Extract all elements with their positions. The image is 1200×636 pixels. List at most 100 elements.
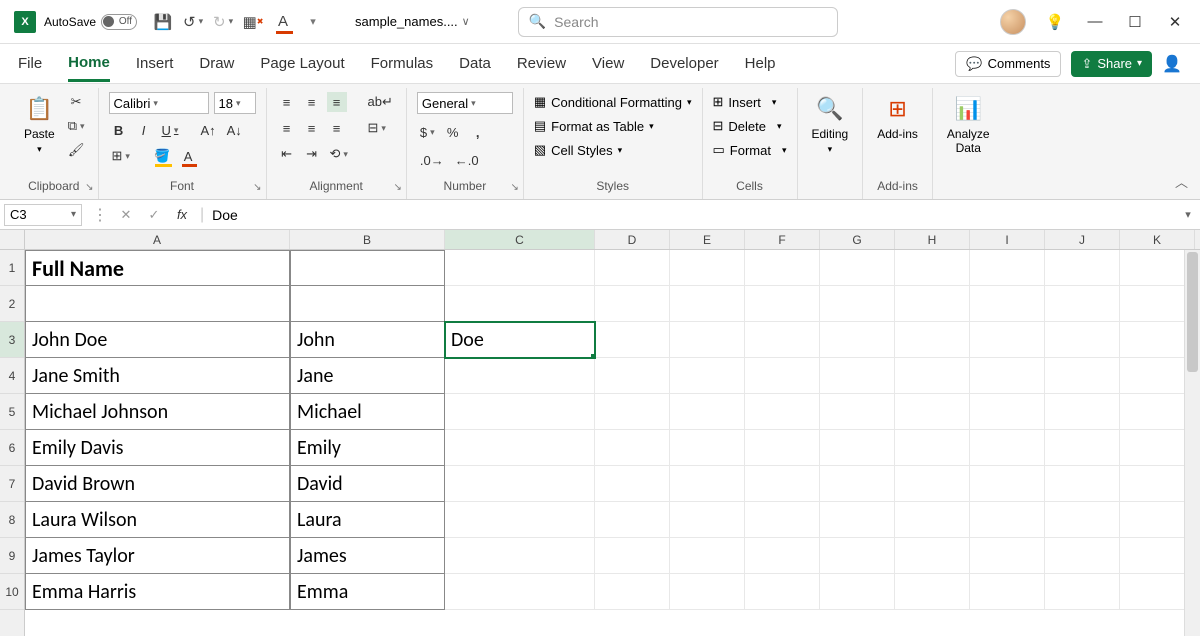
cell-E1[interactable] xyxy=(670,250,745,286)
comments-button[interactable]: 💬Comments xyxy=(955,51,1061,77)
cell-J9[interactable] xyxy=(1045,538,1120,574)
cell-F6[interactable] xyxy=(745,430,820,466)
cell-D10[interactable] xyxy=(595,574,670,610)
cell-I4[interactable] xyxy=(970,358,1045,394)
autosave-toggle[interactable]: AutoSave Off xyxy=(44,14,137,30)
currency-button[interactable]: $ xyxy=(417,122,438,142)
tab-insert[interactable]: Insert xyxy=(136,47,174,80)
tab-file[interactable]: File xyxy=(18,47,42,80)
maximize-button[interactable]: ☐ xyxy=(1124,13,1146,31)
cell-E7[interactable] xyxy=(670,466,745,502)
cell-D7[interactable] xyxy=(595,466,670,502)
font-name-combo[interactable]: Calibri xyxy=(109,92,209,114)
cell-H3[interactable] xyxy=(895,322,970,358)
font-size-combo[interactable]: 18 xyxy=(214,92,256,114)
orientation-button[interactable]: ⟲ xyxy=(327,144,351,164)
conditional-formatting-button[interactable]: ▦Conditional Formatting▾ xyxy=(534,92,692,112)
font-launcher-icon[interactable]: ↘ xyxy=(253,182,261,193)
cell-A1[interactable]: Full Name xyxy=(25,250,290,286)
cell-D8[interactable] xyxy=(595,502,670,538)
addins-button[interactable]: ⊞ Add-ins xyxy=(873,90,922,145)
increase-decimal-button[interactable]: .0→ xyxy=(417,150,447,170)
align-top-button[interactable]: ≡ xyxy=(277,92,297,112)
copy-button[interactable]: ⧉ xyxy=(65,116,88,136)
cell-C4[interactable] xyxy=(445,358,595,394)
row-header-7[interactable]: 7 xyxy=(0,466,24,502)
cell-B9[interactable]: James xyxy=(290,538,445,574)
increase-indent-button[interactable]: ⇥ xyxy=(302,144,322,164)
cell-J6[interactable] xyxy=(1045,430,1120,466)
qat-customize-icon[interactable]: ▾ xyxy=(303,12,323,32)
cell-B7[interactable]: David xyxy=(290,466,445,502)
cell-D9[interactable] xyxy=(595,538,670,574)
cell-G6[interactable] xyxy=(820,430,895,466)
cell-E8[interactable] xyxy=(670,502,745,538)
merge-button[interactable]: ⊟ xyxy=(365,118,389,138)
tab-page-layout[interactable]: Page Layout xyxy=(260,47,344,80)
close-button[interactable]: ✕ xyxy=(1164,13,1186,31)
font-color-qat-icon[interactable]: A xyxy=(273,12,293,32)
cell-A8[interactable]: Laura Wilson xyxy=(25,502,290,538)
filename-label[interactable]: sample_names....∨ xyxy=(355,14,470,29)
accept-formula-button[interactable]: ✓ xyxy=(144,205,164,225)
cell-A6[interactable]: Emily Davis xyxy=(25,430,290,466)
name-box[interactable]: C3▾ xyxy=(4,204,82,226)
cell-I2[interactable] xyxy=(970,286,1045,322)
decrease-indent-button[interactable]: ⇤ xyxy=(277,144,297,164)
fx-button[interactable]: fx xyxy=(172,205,192,225)
align-bottom-button[interactable]: ≡ xyxy=(327,92,347,112)
formula-input[interactable]: Doe xyxy=(204,207,1176,223)
cell-A9[interactable]: James Taylor xyxy=(25,538,290,574)
cell-E3[interactable] xyxy=(670,322,745,358)
insert-cells-button[interactable]: ⊞Insert ▾ xyxy=(713,92,787,112)
cell-E4[interactable] xyxy=(670,358,745,394)
cell-F5[interactable] xyxy=(745,394,820,430)
cell-I6[interactable] xyxy=(970,430,1045,466)
cell-H4[interactable] xyxy=(895,358,970,394)
cell-E9[interactable] xyxy=(670,538,745,574)
cell-G5[interactable] xyxy=(820,394,895,430)
column-header-I[interactable]: I xyxy=(970,230,1045,249)
cell-G3[interactable] xyxy=(820,322,895,358)
cell-F3[interactable] xyxy=(745,322,820,358)
cell-I8[interactable] xyxy=(970,502,1045,538)
format-as-table-button[interactable]: ▤Format as Table▾ xyxy=(534,116,692,136)
tab-view[interactable]: View xyxy=(592,47,624,80)
row-header-2[interactable]: 2 xyxy=(0,286,24,322)
cell-F2[interactable] xyxy=(745,286,820,322)
cell-F10[interactable] xyxy=(745,574,820,610)
column-header-K[interactable]: K xyxy=(1120,230,1195,249)
select-all-corner[interactable] xyxy=(0,230,25,250)
cell-J1[interactable] xyxy=(1045,250,1120,286)
cell-C2[interactable] xyxy=(445,286,595,322)
cell-J8[interactable] xyxy=(1045,502,1120,538)
cell-H6[interactable] xyxy=(895,430,970,466)
cell-B6[interactable]: Emily xyxy=(290,430,445,466)
cell-B1[interactable] xyxy=(290,250,445,286)
cell-A7[interactable]: David Brown xyxy=(25,466,290,502)
tab-review[interactable]: Review xyxy=(517,47,566,80)
cell-E2[interactable] xyxy=(670,286,745,322)
cell-G2[interactable] xyxy=(820,286,895,322)
cell-D6[interactable] xyxy=(595,430,670,466)
cancel-formula-button[interactable]: ✕ xyxy=(116,205,136,225)
cell-F7[interactable] xyxy=(745,466,820,502)
cell-D5[interactable] xyxy=(595,394,670,430)
cell-H10[interactable] xyxy=(895,574,970,610)
cell-H5[interactable] xyxy=(895,394,970,430)
cell-H2[interactable] xyxy=(895,286,970,322)
tab-developer[interactable]: Developer xyxy=(650,47,718,80)
cell-G4[interactable] xyxy=(820,358,895,394)
comma-button[interactable]: , xyxy=(468,122,488,142)
decrease-font-button[interactable]: A↓ xyxy=(224,120,245,140)
quick-remove-icon[interactable]: ▦✖ xyxy=(243,12,263,32)
column-header-A[interactable]: A xyxy=(25,230,290,249)
cell-H7[interactable] xyxy=(895,466,970,502)
percent-button[interactable]: % xyxy=(443,122,463,142)
vertical-scrollbar[interactable] xyxy=(1184,250,1200,636)
cell-B2[interactable] xyxy=(290,286,445,322)
cell-B3[interactable]: John xyxy=(290,322,445,358)
decrease-decimal-button[interactable]: ←.0 xyxy=(452,150,482,170)
borders-button[interactable]: ⊞ xyxy=(109,146,133,166)
cell-C6[interactable] xyxy=(445,430,595,466)
